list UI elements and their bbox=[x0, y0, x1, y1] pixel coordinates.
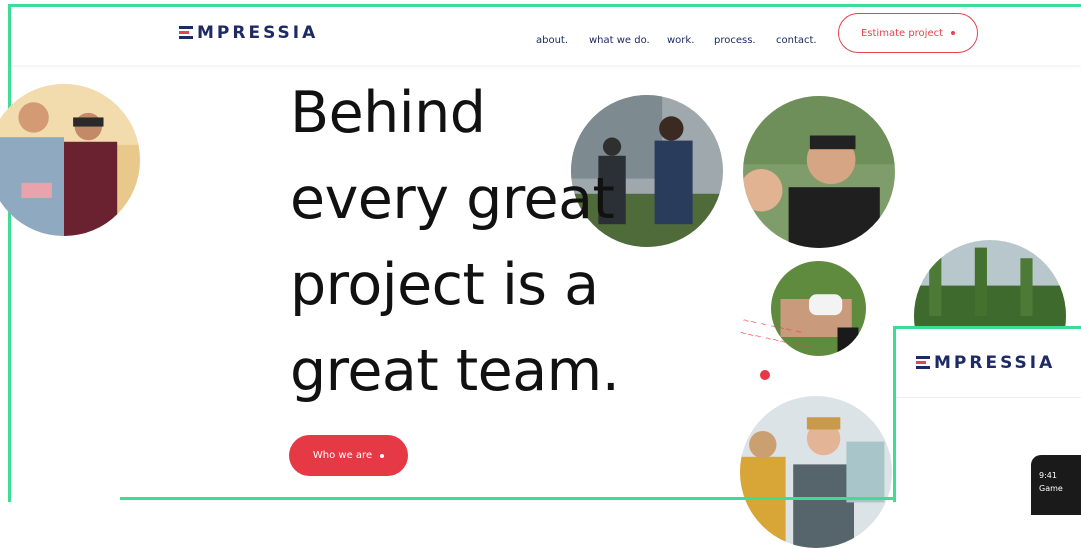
overlay-screenshot: MPRESSIA 9:41 Game bbox=[893, 326, 1081, 515]
who-we-are-button[interactable]: Who we are bbox=[289, 435, 408, 476]
nav-about[interactable]: about. bbox=[536, 35, 568, 46]
nav-process[interactable]: process. bbox=[714, 35, 756, 46]
headline-line-3: project is a bbox=[290, 252, 599, 318]
decorative-dot bbox=[760, 370, 770, 380]
team-photo-vr bbox=[743, 96, 895, 248]
overlay-logo: MPRESSIA bbox=[916, 353, 1055, 373]
dot-icon bbox=[951, 31, 956, 35]
logo[interactable]: MPRESSIA bbox=[179, 23, 318, 43]
headline-line-2: every great bbox=[290, 166, 615, 232]
hero-headline: Behind every great project is a great te… bbox=[290, 70, 620, 414]
nav-work[interactable]: work. bbox=[667, 35, 694, 46]
dot-icon bbox=[380, 453, 385, 458]
phone-mockup: 9:41 Game bbox=[1031, 455, 1081, 515]
logo-text: MPRESSIA bbox=[197, 23, 319, 43]
overlay-logo-text: MPRESSIA bbox=[934, 353, 1056, 373]
logo-e-icon bbox=[179, 26, 193, 39]
overlay-header: MPRESSIA bbox=[896, 329, 1081, 398]
nav-contact[interactable]: contact. bbox=[776, 35, 817, 46]
phone-text: Game bbox=[1039, 484, 1063, 493]
estimate-project-button[interactable]: Estimate project bbox=[838, 13, 978, 53]
phone-time: 9:41 bbox=[1039, 471, 1057, 480]
estimate-button-label: Estimate project bbox=[860, 27, 944, 39]
nav-what-we-do[interactable]: what we do. bbox=[589, 35, 650, 46]
who-we-are-label: Who we are bbox=[312, 450, 373, 461]
headline-line-4: great team. bbox=[290, 338, 620, 404]
team-photo-group bbox=[740, 396, 892, 548]
headline-line-1: Behind bbox=[290, 80, 486, 146]
logo-e-icon bbox=[916, 356, 930, 369]
